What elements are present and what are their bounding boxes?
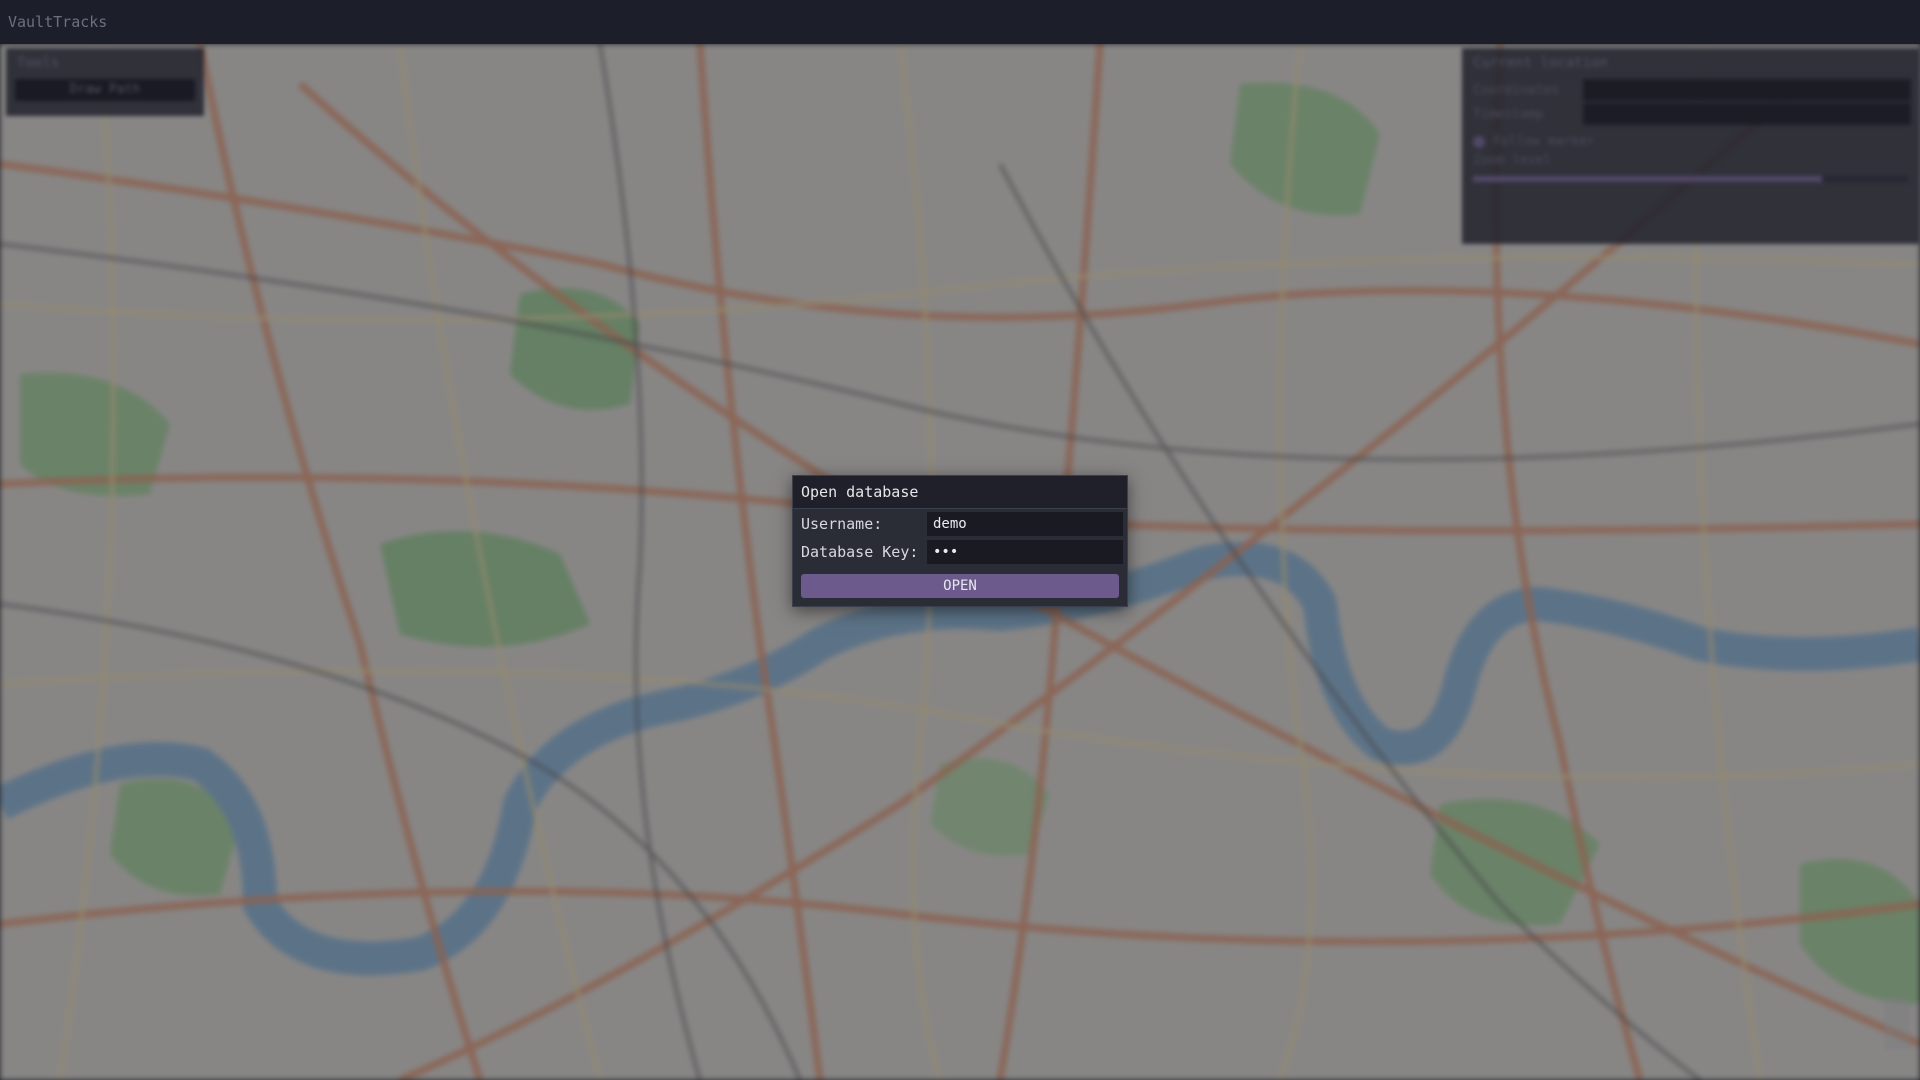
- username-label: Username:: [801, 515, 883, 533]
- app-title: VaultTracks: [8, 13, 108, 31]
- dialog-title: Open database: [793, 476, 1127, 509]
- open-button[interactable]: OPEN: [801, 574, 1119, 598]
- database-key-row: Database Key:: [793, 539, 1127, 565]
- open-database-dialog: Open database Username: Database Key: OP…: [792, 475, 1128, 607]
- database-key-input[interactable]: [927, 540, 1123, 564]
- username-input[interactable]: [927, 512, 1123, 536]
- database-key-label: Database Key:: [801, 543, 919, 561]
- app-titlebar: VaultTracks: [0, 0, 1920, 44]
- username-row: Username:: [793, 511, 1127, 537]
